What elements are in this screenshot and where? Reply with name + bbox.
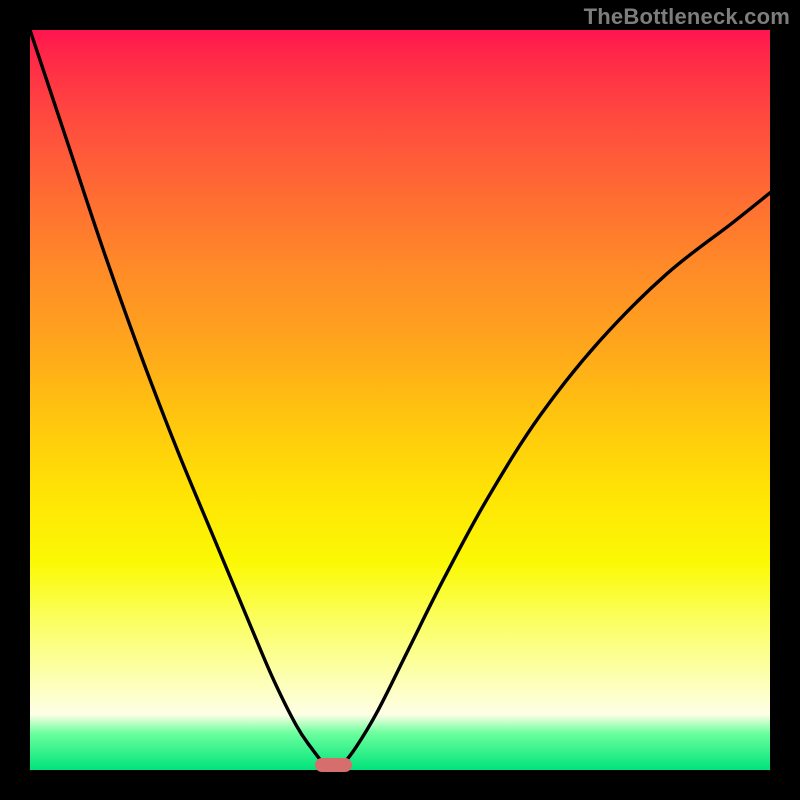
plot-area: [30, 30, 770, 770]
watermark-text: TheBottleneck.com: [584, 4, 790, 30]
chart-frame: TheBottleneck.com: [0, 0, 800, 800]
optimal-marker: [315, 758, 352, 772]
bottleneck-curve: [30, 30, 770, 770]
